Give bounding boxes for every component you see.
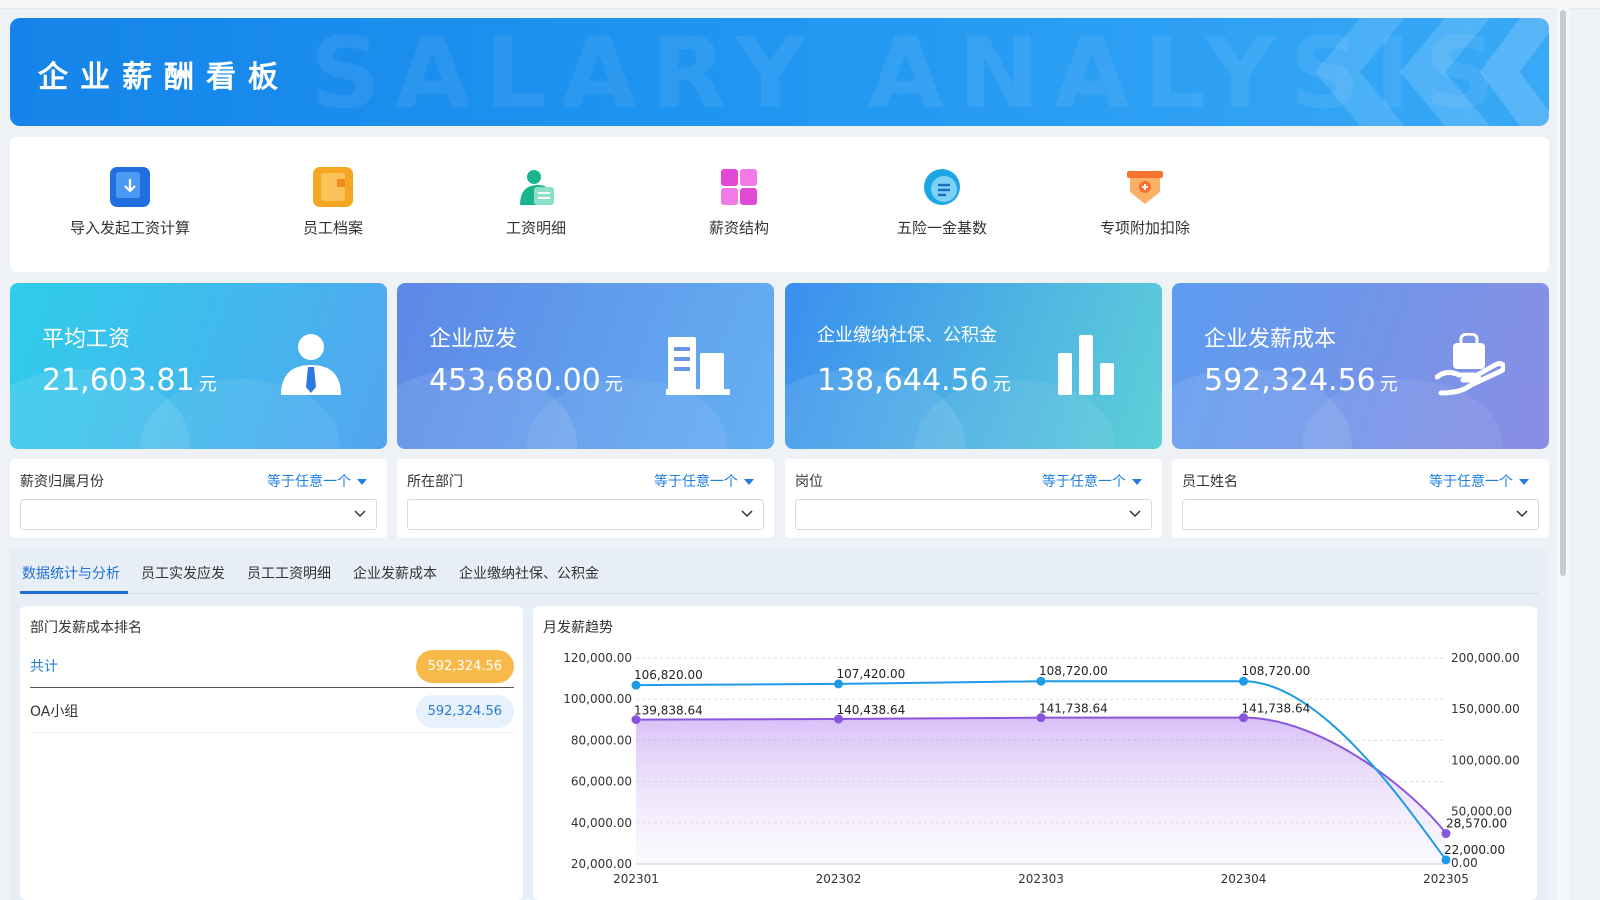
kpi-value: 138,644.56 <box>817 363 989 398</box>
data-label: 22,000.00 <box>1444 843 1505 857</box>
tab-enterprise-cost[interactable]: 企业发薪成本 <box>353 563 437 583</box>
page-title: 企业薪酬看板 <box>38 60 290 95</box>
header-banner: SALARY ANALYSIS 企业薪酬看板 <box>10 18 1549 126</box>
caret-down-icon <box>1132 479 1142 485</box>
x-tick: 202301 <box>613 872 659 886</box>
filter-employee-name: 员工姓名 等于任意一个 <box>1172 459 1549 538</box>
y-right-tick: 200,000.00 <box>1451 651 1520 665</box>
shortcut-salary-structure[interactable]: 薪资结构 <box>639 167 839 238</box>
kpi-value: 453,680.00 <box>429 363 601 398</box>
data-label: 108,720.00 <box>1039 664 1108 678</box>
tab-actual-payable[interactable]: 员工实发应发 <box>141 563 225 583</box>
hand-bag-icon <box>1435 333 1505 396</box>
kpi-enterprise-cost: 企业发薪成本 592,324.56 元 <box>1172 283 1549 449</box>
x-tick: 202304 <box>1221 872 1267 886</box>
trend-chart: 120,000.00 100,000.00 80,000.00 60,000.00 40… <box>563 651 1520 886</box>
x-tick: 202305 <box>1423 872 1469 886</box>
kpi-value: 592,324.56 <box>1204 363 1376 398</box>
filter-select[interactable] <box>795 499 1152 530</box>
data-label: 140,438.64 <box>837 703 906 717</box>
tab-salary-detail[interactable]: 员工工资明细 <box>247 563 331 583</box>
kpi-unit: 元 <box>992 374 1011 395</box>
ranking-title: 部门发薪成本排名 <box>30 620 142 636</box>
shortcut-employee-files[interactable]: 员工档案 <box>233 167 433 238</box>
shortcut-special-deduction[interactable]: 专项附加扣除 <box>1045 167 1245 238</box>
folder-icon <box>313 167 353 207</box>
import-icon <box>110 167 150 207</box>
filter-operator-dropdown[interactable]: 等于任意一个 <box>654 471 754 491</box>
data-label: 108,720.00 <box>1242 664 1311 678</box>
y-right-tick: 0.00 <box>1451 856 1478 870</box>
department-cost-ranking: 部门发薪成本排名 共计 592,324.56 OA小组 592,324.56 <box>20 606 523 900</box>
filter-operator-dropdown[interactable]: 等于任意一个 <box>1429 471 1529 491</box>
caret-down-icon <box>357 479 367 485</box>
kpi-average-salary: 平均工资 21,603.81 元 <box>10 283 387 449</box>
user-list-icon <box>516 167 556 207</box>
kpi-unit: 元 <box>604 374 623 395</box>
tab-bar: 数据统计与分析 员工实发应发 员工工资明细 企业发薪成本 企业缴纳社保、公积金 <box>20 548 1539 594</box>
kpi-value: 21,603.81 <box>42 363 195 398</box>
shortcut-salary-detail[interactable]: 工资明细 <box>436 167 636 238</box>
filter-operator-dropdown[interactable]: 等于任意一个 <box>1042 471 1142 491</box>
table-row[interactable]: OA小组 592,324.56 <box>30 689 514 733</box>
x-tick: 202303 <box>1018 872 1064 886</box>
shortcut-panel: 导入发起工资计算 员工档案 工资明细 薪资结构 五险一金基数 专项附加扣除 <box>10 137 1549 272</box>
kpi-unit: 元 <box>198 374 217 395</box>
shortcut-insurance-base[interactable]: 五险一金基数 <box>842 167 1042 238</box>
filter-position: 岗位 等于任意一个 <box>785 459 1162 538</box>
page-scrollbar[interactable] <box>1557 0 1569 900</box>
caret-down-icon <box>1519 479 1529 485</box>
active-tab-indicator <box>20 591 128 594</box>
chevron-down-icon <box>1129 510 1141 518</box>
kpi-enterprise-payable: 企业应发 453,680.00 元 <box>397 283 774 449</box>
y-right-tick: 100,000.00 <box>1451 753 1520 767</box>
ranking-total-row: 共计 592,324.56 <box>30 644 514 688</box>
data-label: 106,820.00 <box>634 668 703 682</box>
chevron-decoration-icon <box>1315 18 1549 126</box>
caret-down-icon <box>744 479 754 485</box>
data-label: 139,838.64 <box>634 704 703 718</box>
employee-icon <box>281 334 341 395</box>
y-left-tick: 100,000.00 <box>563 692 632 706</box>
y-left-tick: 80,000.00 <box>571 733 632 747</box>
kpi-insurance-fund: 企业缴纳社保、公积金 138,644.56 元 <box>785 283 1162 449</box>
filter-salary-month: 薪资归属月份 等于任意一个 <box>10 459 387 538</box>
top-bar <box>0 0 1600 9</box>
chevron-down-icon <box>741 510 753 518</box>
data-label: 141,738.64 <box>1242 702 1311 716</box>
data-label: 28,570.00 <box>1446 817 1507 831</box>
kpi-unit: 元 <box>1379 374 1398 395</box>
building-icon <box>666 337 730 395</box>
tab-data-analysis[interactable]: 数据统计与分析 <box>22 563 120 583</box>
scrollbar-thumb[interactable] <box>1560 10 1566 576</box>
filter-operator-dropdown[interactable]: 等于任意一个 <box>267 471 367 491</box>
tab-insurance-fund[interactable]: 企业缴纳社保、公积金 <box>459 563 599 583</box>
y-left-tick: 120,000.00 <box>563 651 632 665</box>
y-right-tick: 150,000.00 <box>1451 702 1520 716</box>
monthly-pay-trend: 月发薪趋势 120,000.00 100,000.00 80,000.00 60,00… <box>533 606 1537 900</box>
deduct-icon <box>1125 167 1165 207</box>
y-left-tick: 40,000.00 <box>571 816 632 830</box>
filter-department: 所在部门 等于任意一个 <box>397 459 774 538</box>
row-value-badge: 592,324.56 <box>415 695 514 728</box>
x-tick: 202302 <box>816 872 862 886</box>
series-area <box>636 717 1446 864</box>
chevron-down-icon <box>1516 510 1528 518</box>
y-left-tick: 60,000.00 <box>571 775 632 789</box>
filter-select[interactable] <box>20 499 377 530</box>
data-label: 141,738.64 <box>1039 702 1108 716</box>
shortcut-import[interactable]: 导入发起工资计算 <box>30 167 230 238</box>
filter-select[interactable] <box>407 499 764 530</box>
data-label: 107,420.00 <box>837 667 906 681</box>
filter-select[interactable] <box>1182 499 1539 530</box>
bar-chart-icon <box>1058 335 1114 395</box>
total-value-badge: 592,324.56 <box>415 650 514 683</box>
chevron-down-icon <box>354 510 366 518</box>
y-left-tick: 20,000.00 <box>571 857 632 871</box>
grid-icon <box>719 167 759 207</box>
chat-list-icon <box>922 167 962 207</box>
